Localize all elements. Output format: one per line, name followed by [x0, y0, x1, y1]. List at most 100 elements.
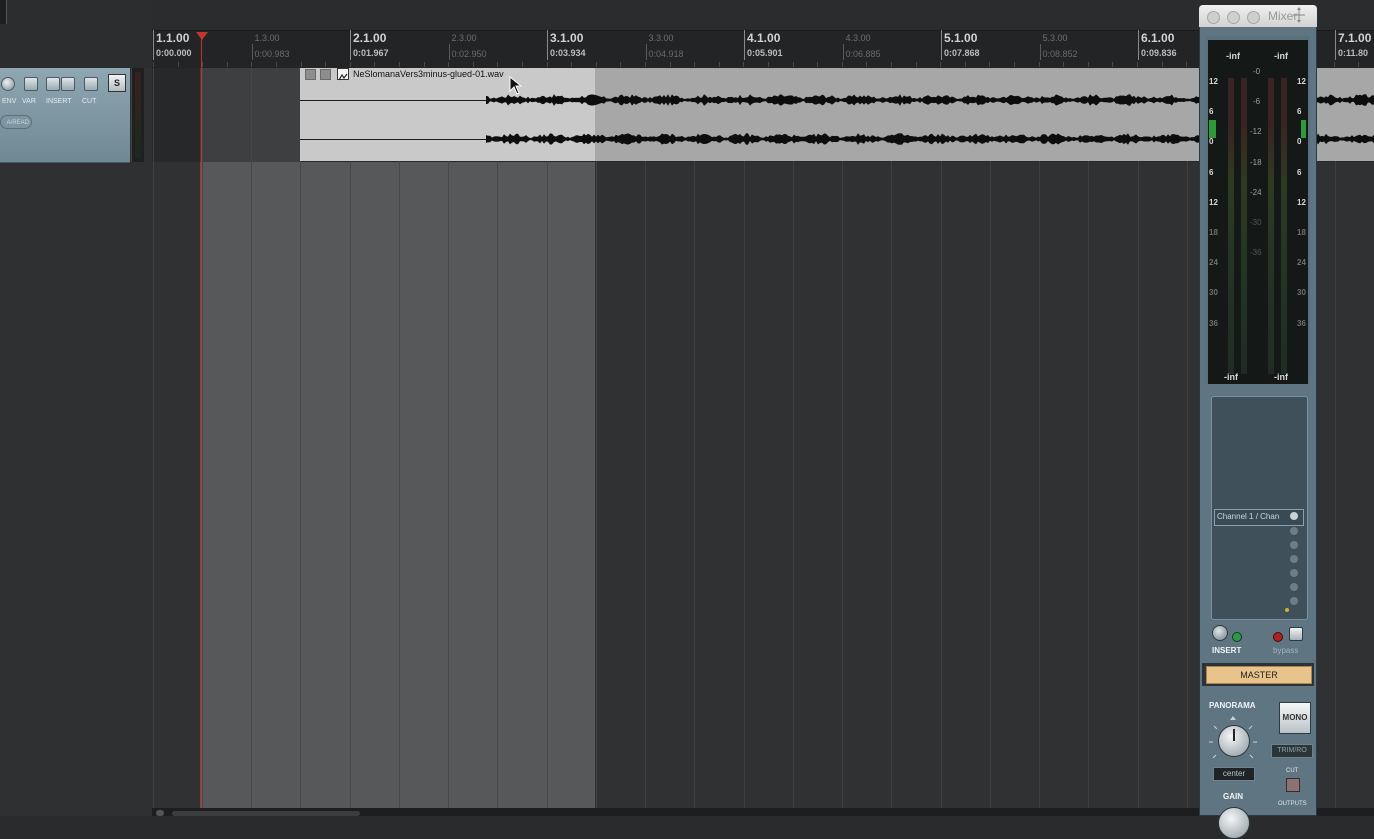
- sub-tick: [817, 62, 818, 67]
- meter-scale-right: 18: [1297, 228, 1306, 237]
- sub-tick: [1014, 62, 1015, 67]
- grid-line: [990, 68, 991, 808]
- ruler-region-lane[interactable]: [152, 0, 1374, 31]
- sub-tick: [1112, 62, 1113, 67]
- meter-scale-right: 30: [1297, 288, 1306, 298]
- beat-tick: [251, 44, 253, 60]
- sub-tick: [596, 62, 597, 67]
- grid-line: [1088, 68, 1089, 808]
- pan-value[interactable]: center: [1213, 767, 1255, 781]
- measure-label: 2.1.00: [353, 31, 387, 45]
- sub-tick: [620, 62, 621, 67]
- fx-slot-7-toggle[interactable]: [1290, 597, 1298, 605]
- sub-tick: [178, 62, 179, 67]
- pan-knob[interactable]: [1218, 725, 1250, 757]
- measure-label: 1.1.00: [156, 31, 190, 45]
- sub-tick: [350, 62, 351, 67]
- minimize-window-button[interactable]: [1227, 11, 1240, 24]
- beat-time: 0:02.950: [451, 49, 487, 59]
- horizontal-scroll-thumb[interactable]: [172, 811, 360, 816]
- channel-name[interactable]: MASTER: [1206, 666, 1312, 684]
- beat-label: 2.3.00: [451, 33, 477, 43]
- grid-line: [694, 68, 695, 808]
- insert-button-2[interactable]: [61, 77, 75, 91]
- beat-tick: [645, 44, 647, 60]
- measure-tick: [941, 30, 942, 60]
- cut-button[interactable]: [84, 77, 98, 91]
- sub-tick: [473, 62, 474, 67]
- measure-label: 5.1.00: [944, 31, 978, 45]
- fx-indicator: [1285, 608, 1289, 612]
- insert-active-led[interactable]: [1232, 632, 1242, 642]
- fx-slot-6-toggle[interactable]: [1290, 583, 1298, 591]
- close-window-button[interactable]: [1207, 11, 1220, 24]
- grid-line: [645, 68, 646, 808]
- measure-time: 0:05.901: [747, 48, 783, 58]
- beat-label: 4.3.00: [845, 33, 871, 43]
- item-fx-icon[interactable]: [320, 69, 331, 80]
- grid-line: [1187, 68, 1188, 808]
- fx-slot-1-toggle[interactable]: [1290, 512, 1298, 520]
- sub-tick: [645, 62, 646, 67]
- meter-scale-center: -0: [1253, 67, 1261, 76]
- peak-left[interactable]: -inf: [1226, 51, 1240, 61]
- bypass-led[interactable]: [1273, 632, 1283, 642]
- gain-knob[interactable]: [1218, 807, 1250, 839]
- meter-green-indicator-right: [1301, 120, 1306, 138]
- meter-scale-center: -30: [1250, 218, 1262, 227]
- meter-scale-center: -12: [1250, 127, 1262, 137]
- beat-label: 3.3.00: [648, 33, 674, 43]
- fx-slot-4-toggle[interactable]: [1290, 555, 1298, 563]
- sub-tick: [301, 62, 302, 67]
- fx-slot-3-toggle[interactable]: [1290, 541, 1298, 549]
- sub-tick: [374, 62, 375, 67]
- grid-line: [350, 68, 351, 808]
- measure-label: 3.1.00: [550, 31, 584, 45]
- fx-slot-5-toggle[interactable]: [1290, 569, 1298, 577]
- insert-button-1[interactable]: [46, 77, 60, 91]
- grid-line: [251, 68, 252, 808]
- item-lock-icon[interactable]: [305, 69, 316, 80]
- meter-scale-left: 12: [1209, 77, 1218, 86]
- zoom-window-button[interactable]: [1247, 11, 1260, 24]
- sub-tick: [719, 62, 720, 67]
- time-selection[interactable]: [200, 162, 595, 808]
- sub-tick: [866, 62, 867, 67]
- trim-read-button[interactable]: TRIM/RO: [1271, 744, 1313, 758]
- meter-scale-right: 36: [1297, 318, 1306, 328]
- grid-line: [596, 68, 597, 808]
- sub-tick: [1162, 62, 1163, 67]
- scroll-left-button[interactable]: [156, 810, 164, 816]
- sub-tick: [202, 62, 203, 67]
- beat-label: 1.3.00: [254, 33, 280, 43]
- measure-label: 4.1.00: [747, 31, 781, 45]
- master-meter[interactable]: [1208, 40, 1308, 384]
- sub-tick: [153, 62, 154, 67]
- beat-label: 5.3.00: [1042, 33, 1068, 43]
- edit-cursor-head[interactable]: [196, 32, 208, 40]
- beat-time: 0:06.885: [845, 49, 881, 59]
- beat-time: 0:08.852: [1042, 49, 1078, 59]
- item-envelope-icon[interactable]: [337, 68, 349, 81]
- grid-line: [891, 68, 892, 808]
- cut-button[interactable]: [1286, 778, 1300, 792]
- beat-tick: [1039, 44, 1041, 60]
- edit-cursor[interactable]: [201, 34, 202, 808]
- var-button[interactable]: [24, 77, 38, 91]
- window-corner: [0, 0, 7, 24]
- solo-button[interactable]: S: [108, 74, 126, 92]
- beat-time: 0:00.983: [254, 49, 290, 59]
- sub-tick: [276, 62, 277, 67]
- gain-label: GAIN: [1223, 792, 1243, 801]
- grid-line: [202, 68, 203, 808]
- bypass-button[interactable]: [1289, 627, 1303, 641]
- fx-slot-2-toggle[interactable]: [1290, 527, 1298, 535]
- insert-knob[interactable]: [1212, 625, 1228, 641]
- sub-tick: [891, 62, 892, 67]
- peak-right[interactable]: -inf: [1274, 51, 1288, 61]
- automation-mode-button[interactable]: A/READ: [0, 115, 32, 129]
- meter-bar-right: [1268, 78, 1274, 374]
- mono-button[interactable]: MONO: [1279, 702, 1311, 734]
- bypass-label: bypass: [1273, 646, 1299, 655]
- env-knob[interactable]: [1, 77, 15, 91]
